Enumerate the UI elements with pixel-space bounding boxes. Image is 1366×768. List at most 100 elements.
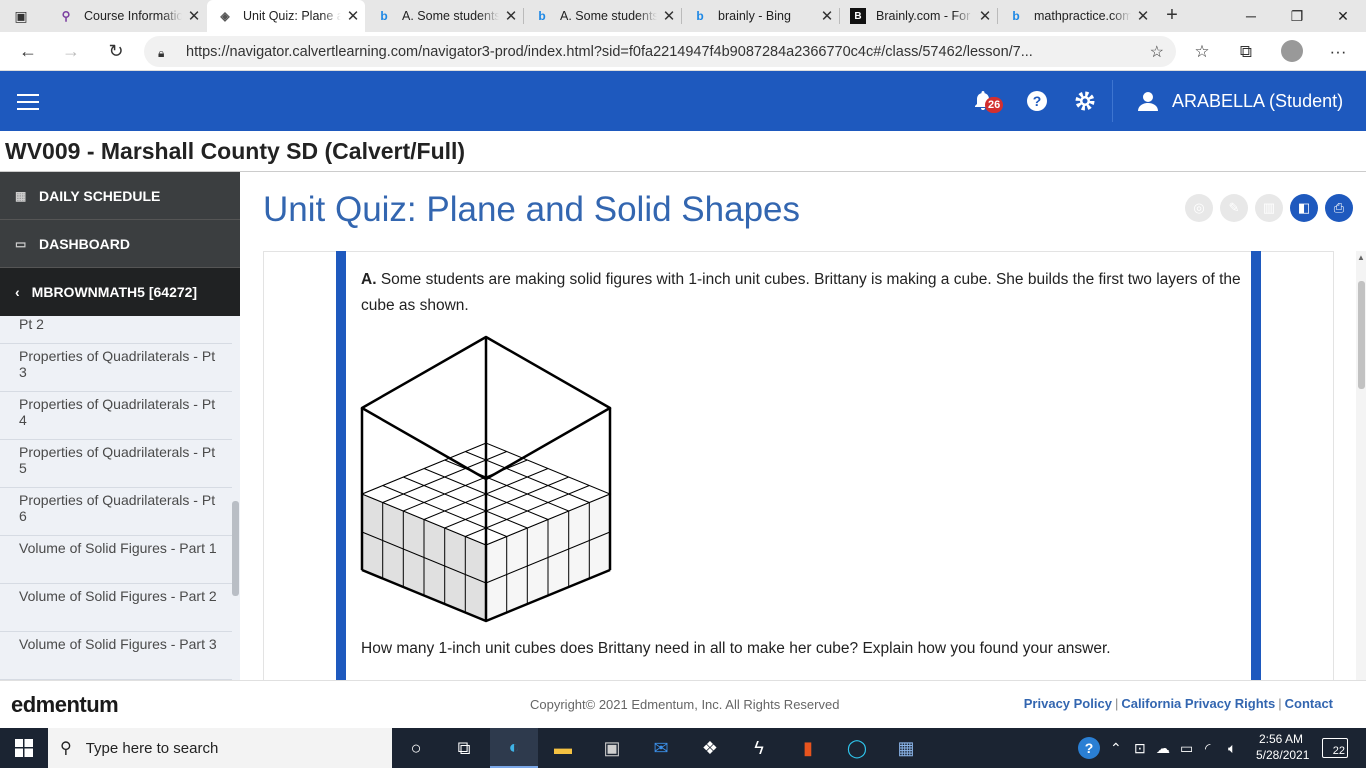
dashboard-link[interactable]: ▭ DASHBOARD — [0, 220, 240, 268]
file-explorer-icon[interactable]: ▬ — [539, 728, 587, 768]
meet-now-icon[interactable]: ⊡ — [1134, 728, 1146, 768]
read-aloud-tool-icon[interactable]: ◧ — [1290, 194, 1318, 222]
calculator-icon[interactable]: ▦ — [882, 728, 930, 768]
tab-some-students-1[interactable]: b A. Some students ✕ — [366, 0, 523, 32]
list-item[interactable]: Pt 2 — [19, 316, 219, 332]
main-scrollbar[interactable]: ▲ — [1356, 251, 1366, 680]
taskbar-search[interactable]: ⚲ Type here to search — [48, 728, 392, 768]
profile-avatar[interactable] — [1281, 40, 1303, 62]
url-field[interactable]: 🔒︎ https://navigator.calvertlearning.com… — [144, 36, 1176, 67]
book-tool-icon[interactable]: ▥ — [1255, 194, 1283, 222]
org-title: WV009 - Marshall County SD (Calvert/Full… — [0, 131, 1366, 172]
person-icon — [1138, 92, 1158, 111]
close-tab-icon[interactable]: ✕ — [182, 7, 206, 25]
target-tool-icon[interactable]: ◎ — [1185, 194, 1213, 222]
question-prompt: How many 1-inch unit cubes does Brittany… — [361, 640, 1111, 657]
dropbox-icon[interactable]: ❖ — [686, 728, 734, 768]
list-item[interactable]: Volume of Solid Figures - Part 1 — [19, 540, 219, 556]
search-icon: ⚲ — [60, 740, 72, 757]
list-item[interactable]: Volume of Solid Figures - Part 2 — [19, 588, 219, 604]
forward-button[interactable]: → — [53, 32, 89, 71]
print-icon[interactable]: ⎙ — [1325, 194, 1353, 222]
close-window-button[interactable]: ✕ — [1320, 0, 1366, 32]
divider — [0, 631, 232, 632]
notification-badge: 26 — [985, 97, 1004, 113]
refresh-button[interactable]: ↻ — [98, 32, 134, 71]
calvert-icon: ⚲ — [61, 9, 71, 23]
sidebar-scrollbar[interactable] — [232, 316, 240, 680]
list-item[interactable]: Volume of Solid Figures - Part 3 — [19, 636, 219, 652]
favorite-star-icon[interactable]: ☆ — [1150, 42, 1164, 62]
close-tab-icon[interactable]: ✕ — [499, 7, 523, 25]
restore-button[interactable]: ❐ — [1274, 0, 1320, 32]
tab-mathpractice[interactable]: b mathpractice.com ✕ — [998, 0, 1155, 32]
clock-time: 2:56 AM — [1258, 732, 1304, 746]
edge-icon[interactable]: ◐ — [490, 728, 538, 768]
user-menu[interactable]: ARABELLA (Student) — [1138, 71, 1343, 131]
california-privacy-link[interactable]: California Privacy Rights — [1121, 696, 1275, 711]
close-tab-icon[interactable]: ✕ — [1131, 7, 1155, 25]
list-item[interactable]: Properties of Quadrilaterals - Pt 3 — [19, 348, 219, 380]
course-back-link[interactable]: ‹ MBROWNMATH5 [64272] — [0, 268, 240, 316]
question-label: A. — [361, 271, 377, 288]
close-tab-icon[interactable]: ✕ — [341, 7, 365, 25]
close-tab-icon[interactable]: ✕ — [973, 7, 997, 25]
header-divider — [1112, 80, 1113, 122]
cortana-icon[interactable]: ○ — [392, 728, 440, 768]
notification-center-icon[interactable]: 22 — [1322, 738, 1348, 758]
app-icon[interactable]: ϟ — [735, 728, 783, 768]
question-text: A. Some students are making solid figure… — [361, 267, 1241, 319]
list-item[interactable]: Properties of Quadrilaterals - Pt 4 — [19, 396, 219, 428]
scrollbar-thumb[interactable] — [232, 501, 239, 596]
bing-icon: b — [1012, 9, 1020, 23]
help-tray-icon[interactable]: ? — [1078, 728, 1100, 768]
list-item[interactable]: Properties of Quadrilaterals - Pt 6 — [19, 492, 219, 524]
close-tab-icon[interactable]: ✕ — [815, 7, 839, 25]
divider — [0, 583, 232, 584]
contact-link[interactable]: Contact — [1285, 696, 1333, 711]
back-button[interactable]: ← — [10, 32, 46, 71]
collections-icon[interactable]: ⧉ — [1226, 32, 1266, 71]
daily-schedule-link[interactable]: ▦ DAILY SCHEDULE — [0, 172, 240, 220]
minimize-button[interactable]: ─ — [1228, 0, 1274, 32]
footer-links: Privacy Policy | California Privacy Rights… — [1023, 696, 1333, 711]
wifi-icon[interactable]: ◜ — [1205, 728, 1210, 768]
tab-brainly-bing[interactable]: b brainly - Bing ✕ — [682, 0, 839, 32]
store-icon[interactable]: ▣ — [588, 728, 636, 768]
browser-tab-bar: ▣ ⚲ Course Informatio ✕ ◈ Unit Quiz: Pla… — [0, 0, 1366, 32]
hamburger-menu-icon[interactable] — [17, 94, 39, 110]
notes-tool-icon[interactable]: ✎ — [1220, 194, 1248, 222]
privacy-policy-link[interactable]: Privacy Policy — [1024, 696, 1112, 711]
favorites-icon[interactable]: ☆ — [1182, 32, 1222, 71]
help-icon[interactable]: ? — [1026, 71, 1048, 131]
gear-icon[interactable] — [1074, 71, 1096, 131]
windows-start-button[interactable] — [0, 728, 48, 768]
close-tab-icon[interactable]: ✕ — [657, 7, 681, 25]
course-label: MBROWNMATH5 [64272] — [31, 284, 198, 300]
new-tab-button[interactable]: + — [1160, 4, 1184, 28]
tab-unit-quiz[interactable]: ◈ Unit Quiz: Plane a ✕ — [207, 0, 365, 32]
tab-actions-icon[interactable]: ▣ — [0, 0, 42, 32]
scroll-up-icon[interactable]: ▲ — [1357, 253, 1365, 262]
onedrive-icon[interactable]: ☁ — [1156, 728, 1170, 768]
tab-brainly-com[interactable]: B Brainly.com - For ✕ — [840, 0, 997, 32]
scrollbar-thumb[interactable] — [1358, 281, 1365, 389]
divider — [0, 535, 232, 536]
alexa-icon[interactable]: ◯ — [833, 728, 881, 768]
calendar-icon: ▦ — [15, 188, 27, 203]
task-view-icon[interactable]: ⧉ — [440, 728, 488, 768]
tab-some-students-2[interactable]: b A. Some students ✕ — [524, 0, 681, 32]
office-icon[interactable]: ▮ — [784, 728, 832, 768]
volume-icon[interactable]: 🔈︎ — [1228, 728, 1236, 768]
brainly-icon: B — [850, 8, 866, 24]
taskbar-clock[interactable]: 2:56 AM 5/28/2021 — [1256, 731, 1310, 763]
tab-course-information[interactable]: ⚲ Course Informatio ✕ — [48, 0, 206, 32]
divider — [0, 343, 232, 344]
mail-icon[interactable]: ✉ — [637, 728, 685, 768]
more-menu-icon[interactable]: ··· — [1318, 32, 1358, 71]
bing-icon: b — [696, 9, 704, 23]
clock-date: 5/28/2021 — [1256, 748, 1310, 762]
battery-icon[interactable]: ▭ — [1180, 728, 1193, 768]
list-item[interactable]: Properties of Quadrilaterals - Pt 5 — [19, 444, 219, 476]
chevron-up-icon[interactable]: ⌃ — [1110, 728, 1122, 768]
